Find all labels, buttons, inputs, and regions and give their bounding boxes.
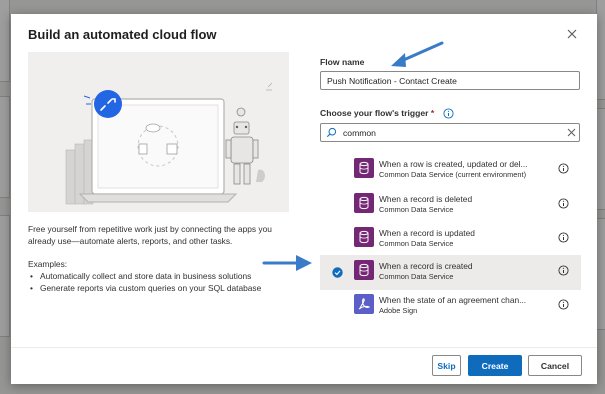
dialog-title: Build an automated cloud flow (28, 27, 217, 42)
trigger-item[interactable]: When a record is deleted Common Data Serv… (320, 188, 581, 223)
trigger-title: When the state of an agreement chan... (379, 295, 527, 305)
trigger-title: When a record is deleted (379, 194, 473, 204)
trigger-connector-name: Adobe Sign (379, 306, 418, 315)
database-icon (354, 227, 374, 247)
illustration (28, 52, 289, 212)
trigger-item[interactable]: When a record is created Common Data Serv… (320, 255, 581, 290)
example-item: Automatically collect and store data in … (28, 270, 261, 282)
trigger-title: When a record is created (379, 261, 473, 271)
trigger-info-icon[interactable] (558, 299, 569, 310)
examples-list: Automatically collect and store data in … (28, 270, 261, 294)
create-button[interactable]: Create (468, 355, 522, 376)
adobe-sign-icon (354, 294, 374, 314)
database-icon (354, 260, 374, 280)
required-mark: * (430, 108, 435, 118)
examples-label: Examples: (28, 259, 68, 269)
skip-button[interactable]: Skip (432, 355, 461, 376)
footer-divider (11, 347, 597, 348)
cancel-button[interactable]: Cancel (528, 355, 582, 376)
search-icon (326, 127, 337, 138)
trigger-item[interactable]: When the state of an agreement chan... Ad… (320, 289, 581, 324)
flow-name-label: Flow name (320, 57, 365, 67)
database-icon (354, 158, 374, 178)
trigger-search-input[interactable] (343, 125, 553, 140)
close-icon[interactable] (565, 27, 579, 41)
example-item: Generate reports via custom queries on y… (28, 282, 261, 294)
flow-name-input[interactable] (320, 71, 580, 90)
database-icon (354, 193, 374, 213)
trigger-label-text: Choose your flow's trigger (320, 108, 429, 118)
trigger-info-icon[interactable] (558, 265, 569, 276)
info-icon[interactable] (443, 108, 454, 119)
trigger-info-icon[interactable] (558, 163, 569, 174)
trigger-connector-name: Common Data Service (379, 272, 454, 281)
trigger-connector-name: Common Data Service (current environment… (379, 170, 527, 179)
trigger-connector-name: Common Data Service (379, 239, 454, 248)
trigger-item[interactable]: When a row is created, updated or del...… (320, 153, 581, 188)
selected-check-icon (332, 267, 343, 278)
trigger-connector-name: Common Data Service (379, 205, 454, 214)
dialog-description: Free yourself from repetitive work just … (28, 224, 272, 246)
trigger-label: Choose your flow's trigger * (320, 108, 434, 118)
clear-search-icon[interactable] (567, 128, 576, 137)
laptop-illustration (28, 52, 289, 212)
trigger-search-box[interactable] (320, 123, 580, 142)
trigger-title: When a row is created, updated or del... (379, 159, 528, 169)
trigger-item[interactable]: When a record is updated Common Data Serv… (320, 222, 581, 257)
trigger-title: When a record is updated (379, 228, 475, 238)
trigger-info-icon[interactable] (558, 198, 569, 209)
trigger-info-icon[interactable] (558, 232, 569, 243)
build-flow-dialog: Build an automated cloud flow Free yours… (11, 14, 597, 384)
